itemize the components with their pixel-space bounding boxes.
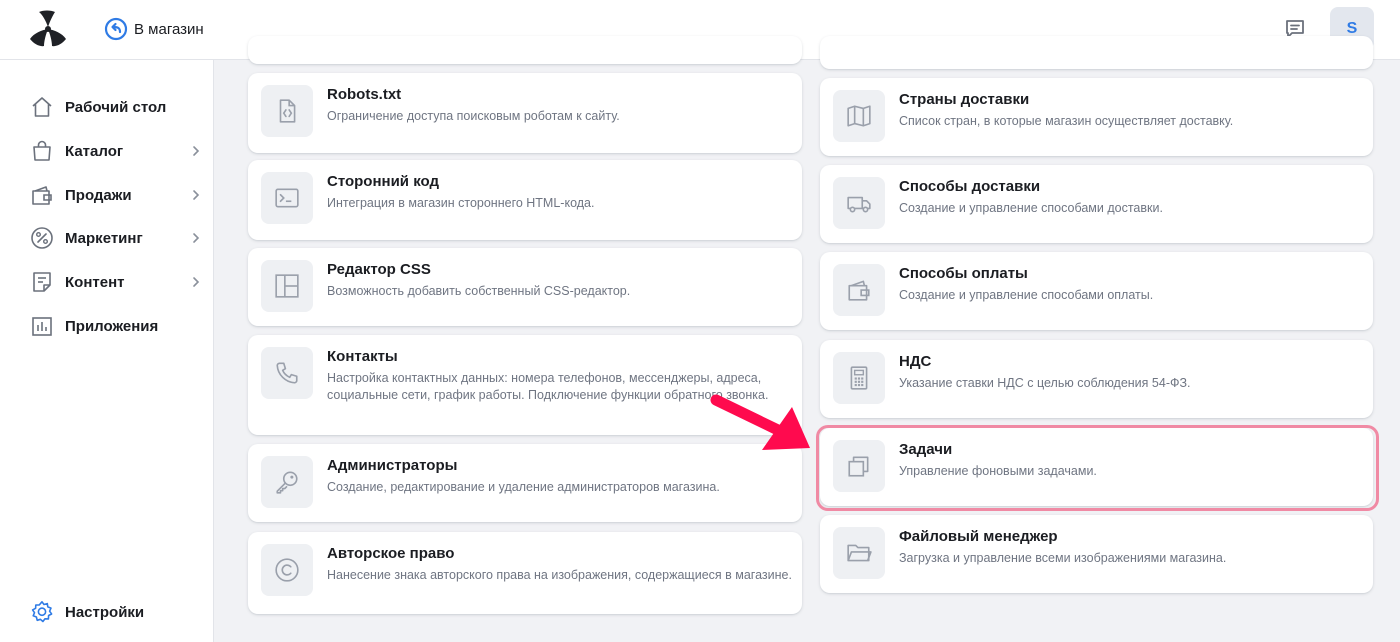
wallet-icon [32,186,52,205]
card-title: Страны доставки [899,91,1030,108]
settings-card-vat[interactable]: НДС Указание ставки НДС с целью соблюден… [820,340,1373,418]
card-icon-tile [833,264,885,316]
chevron-right-icon [193,190,200,200]
pointer-arrow-icon [710,394,810,450]
settings-card-robots[interactable]: Robots.txt Ограничение доступа поисковым… [248,73,802,153]
card-icon-tile [833,177,885,229]
card-title: Администраторы [327,457,458,474]
card-icon-tile [833,90,885,142]
logo-icon[interactable] [26,10,70,48]
back-arrow-icon [104,17,128,41]
truck-icon [847,196,871,213]
phone-icon [276,362,298,384]
card-title: Файловый менеджер [899,528,1058,545]
sidebar-item-apps[interactable]: Приложения [0,306,213,346]
card-title: НДС [899,353,932,370]
sidebar-item-label: Каталог [65,142,124,160]
back-link-label: В магазин [134,20,204,38]
wallet-icon [848,280,870,301]
settings-card-file-manager[interactable]: Файловый менеджер Загрузка и управление … [820,515,1373,593]
code-file-icon [279,99,296,123]
card-icon-tile [833,352,885,404]
card-description: Управление фоновыми задачами. [899,464,1097,478]
settings-card-partial[interactable] [248,36,802,64]
chevron-right-icon [193,277,200,287]
chevron-right-icon [193,146,200,156]
sidebar-item-label: Контент [65,273,125,291]
copy-icon [848,456,869,477]
card-description: Возможность добавить собственный CSS-ред… [327,284,631,298]
key-icon [276,471,298,494]
chart-icon [32,317,52,336]
card-icon-tile [833,440,885,492]
sidebar-item-settings[interactable]: Настройки [0,592,213,632]
folder-icon [847,544,872,562]
calculator-icon [850,366,868,390]
settings-card-third-party-code[interactable]: Сторонний код Интеграция в магазин сторо… [248,160,802,240]
card-description: Создание, редактирование и удаление адми… [327,480,720,494]
percent-icon [31,227,53,249]
copyright-icon [275,558,299,582]
sidebar: Рабочий стол Каталог Продажи Маркетинг К… [0,60,214,642]
settings-card-payment-methods[interactable]: Способы оплаты Создание и управление спо… [820,252,1373,330]
card-icon-tile [261,456,313,508]
document-icon [33,272,51,292]
settings-card-delivery-countries[interactable]: Страны доставки Список стран, в которые … [820,78,1373,156]
card-title: Способы оплаты [899,265,1028,282]
back-to-store-link[interactable]: В магазин [104,17,204,41]
sidebar-item-label: Продажи [65,186,132,204]
sidebar-item-dashboard[interactable]: Рабочий стол [0,87,213,127]
card-icon-tile [261,172,313,224]
sidebar-item-sales[interactable]: Продажи [0,175,213,215]
card-title: Контакты [327,348,398,365]
card-title: Задачи [899,441,953,458]
card-description: Список стран, в которые магазин осуществ… [899,114,1234,128]
card-icon-tile [833,527,885,579]
card-description: Создание и управление способами оплаты. [899,288,1154,302]
sidebar-item-content[interactable]: Контент [0,262,213,302]
card-title: Редактор CSS [327,261,431,278]
card-description: Загрузка и управление всеми изображениям… [899,551,1227,565]
card-description: Интеграция в магазин стороннего HTML-код… [327,196,595,210]
settings-card-copyright[interactable]: Авторское право Нанесение знака авторско… [248,532,802,614]
terminal-icon [275,188,299,208]
card-icon-tile [261,347,313,399]
card-title: Сторонний код [327,173,439,190]
card-title: Авторское право [327,545,455,562]
chevron-right-icon [193,233,200,243]
card-title: Способы доставки [899,178,1041,195]
sidebar-item-marketing[interactable]: Маркетинг [0,218,213,258]
card-icon-tile [261,544,313,596]
sidebar-item-catalog[interactable]: Каталог [0,131,213,171]
settings-card-delivery-methods[interactable]: Способы доставки Создание и управление с… [820,165,1373,243]
settings-card-tasks[interactable]: Задачи Управление фоновыми задачами. [820,428,1373,506]
card-title: Robots.txt [327,86,402,103]
settings-card-css-editor[interactable]: Редактор CSS Возможность добавить собств… [248,248,802,326]
sidebar-item-label: Рабочий стол [65,98,167,116]
home-icon [32,97,52,117]
gear-icon [31,601,53,623]
map-icon [847,105,871,127]
bag-icon [33,140,51,161]
settings-card-partial[interactable] [820,36,1373,69]
sidebar-item-label: Настройки [65,603,145,621]
layout-icon [275,274,299,298]
card-description: Нанесение знака авторского права на изоб… [327,568,792,582]
card-icon-tile [261,85,313,137]
card-icon-tile [261,260,313,312]
sidebar-item-label: Приложения [65,317,159,335]
sidebar-item-label: Маркетинг [65,229,143,247]
card-description: Указание ставки НДС с целью соблюдения 5… [899,376,1191,390]
card-description: Ограничение доступа поисковым роботам к … [327,109,620,123]
card-description: Создание и управление способами доставки… [899,201,1163,215]
